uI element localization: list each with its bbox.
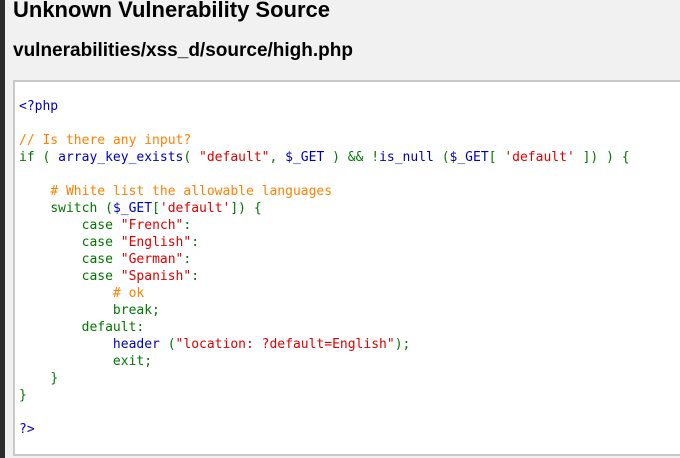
code-punct: } (50, 371, 59, 386)
code-punct: } (19, 388, 27, 403)
code-function: array_key_exists (58, 150, 184, 165)
code-keyword: default: (81, 320, 145, 335)
code-function: is_null (379, 150, 434, 165)
left-sidebar-edge (0, 0, 5, 458)
code-punct: [ (488, 150, 505, 165)
code-punct: : (191, 235, 200, 250)
code-keyword: case (81, 269, 121, 284)
code-keyword: case (81, 218, 121, 233)
code-punct: ( (183, 150, 200, 165)
code-string: "French" (120, 218, 184, 233)
code-keyword: exit; (112, 354, 153, 369)
code-keyword: case (81, 252, 121, 267)
code-keyword: case (81, 235, 121, 250)
code-punct: ( (159, 337, 176, 352)
code-function: header (112, 337, 160, 352)
code-punct: ]) ) { (574, 150, 630, 165)
code-punct: [ (152, 201, 160, 216)
code-punct: ( (433, 150, 450, 165)
code-punct: ) && ! (324, 150, 380, 165)
code-string: "default" (199, 150, 270, 165)
code-punct: : (191, 269, 200, 284)
code-variable: $_GET (285, 150, 325, 165)
code-comment: # White list the allowable languages (50, 184, 333, 199)
code-punct: ]) { (230, 201, 262, 216)
code-variable: $_GET (112, 201, 153, 216)
code-punct: : (183, 218, 192, 233)
code-keyword: if ( (19, 150, 59, 165)
page-title: Unknown Vulnerability Source (13, 0, 331, 22)
php-close-tag: ?> (19, 422, 35, 437)
code-punct: , (269, 150, 286, 165)
source-code-panel: <?php // Is there any input? if ( array_… (13, 80, 680, 456)
code-string: "location: ?default=English" (175, 337, 395, 352)
code-punct: ); (394, 337, 411, 352)
code-keyword: switch ( (50, 201, 113, 216)
code-string: "Spanish" (120, 269, 192, 284)
code-keyword: break; (112, 303, 160, 318)
code-string: "English" (120, 235, 192, 250)
code-string: "German" (120, 252, 184, 267)
php-open-tag: <?php (19, 99, 59, 114)
code-string: 'default' (504, 150, 575, 165)
code-string: 'default' (159, 201, 231, 216)
code-comment: // Is there any input? (19, 133, 192, 148)
code-punct: : (183, 252, 192, 267)
code-variable: $_GET (449, 150, 489, 165)
code-comment: # ok (112, 286, 145, 301)
php-source-code: <?php // Is there any input? if ( array_… (19, 98, 630, 438)
source-file-path: vulnerabilities/xss_d/source/high.php (13, 40, 353, 61)
